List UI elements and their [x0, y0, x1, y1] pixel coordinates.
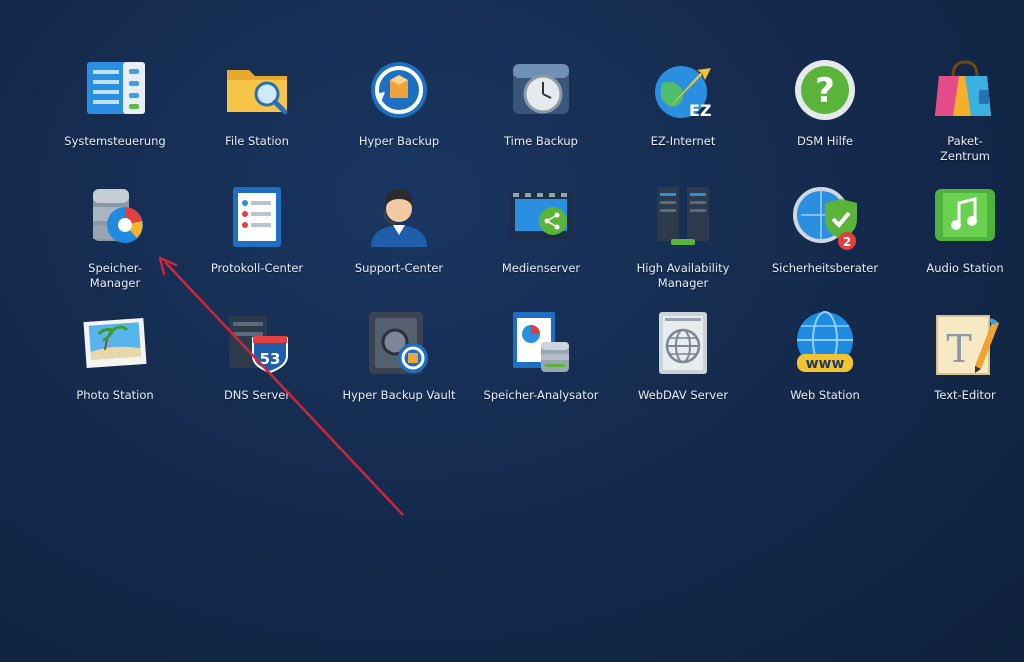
svg-text:?: ? — [815, 71, 835, 111]
storage-analyzer-icon — [513, 312, 569, 372]
app-label: Time Backup — [504, 134, 578, 148]
app-ez-internet[interactable]: EZ EZ-Internet — [612, 54, 754, 149]
log-center-icon — [233, 187, 281, 247]
app-time-backup[interactable]: Time Backup — [470, 54, 612, 149]
support-center-icon — [371, 189, 427, 247]
app-paket-zentrum[interactable]: Paket- Zentrum — [894, 54, 1024, 164]
folder-search-icon — [227, 70, 288, 115]
web-station-icon: www — [797, 311, 853, 372]
app-label: Medienserver — [501, 261, 581, 275]
app-speicher-analysator[interactable]: Speicher-Analysator — [470, 308, 612, 403]
app-hyper-backup[interactable]: Hyper Backup — [328, 54, 470, 149]
app-label: Hyper Backup Vault — [342, 388, 456, 402]
app-label: High Availability Manager — [636, 261, 730, 290]
app-webdav-server[interactable]: WebDAV Server — [612, 308, 754, 403]
app-label: Text-Editor — [934, 388, 996, 402]
app-dns-server[interactable]: 53 DNS Server — [186, 308, 328, 403]
notification-badge: 2 — [838, 232, 856, 250]
ez-internet-icon: EZ — [655, 66, 712, 120]
app-label: DNS Server — [223, 388, 291, 402]
app-support-center[interactable]: Support-Center — [328, 181, 470, 276]
storage-manager-icon — [93, 189, 143, 243]
app-label: Speicher- Manager — [88, 261, 142, 290]
media-server-icon — [509, 191, 573, 239]
app-systemsteuerung[interactable]: Systemsteuerung — [44, 54, 186, 149]
dns-server-icon: 53 — [229, 316, 288, 374]
app-file-station[interactable]: File Station — [186, 54, 328, 149]
app-label: Photo Station — [76, 388, 154, 402]
package-center-icon — [935, 60, 991, 116]
svg-text:T: T — [946, 327, 971, 371]
svg-text:www: www — [806, 356, 845, 372]
control-panel-icon — [87, 62, 145, 114]
help-icon: ? — [795, 60, 855, 120]
app-label: Protokoll-Center — [210, 261, 304, 275]
photo-station-icon — [83, 317, 147, 369]
security-advisor-icon: 2 — [793, 187, 857, 250]
desktop-app-grid: Systemsteuerung File Station Hyper Backu… — [0, 0, 1024, 662]
app-label: Paket- Zentrum — [940, 134, 990, 163]
app-protokoll-center[interactable]: Protokoll-Center — [186, 181, 328, 276]
app-label: Speicher-Analysator — [483, 388, 599, 402]
app-text-editor[interactable]: T Text-Editor — [894, 308, 1024, 403]
app-speicher-manager[interactable]: Speicher- Manager — [44, 181, 186, 291]
app-label: Sicherheitsberater — [771, 261, 879, 275]
app-label: WebDAV Server — [637, 388, 729, 402]
text-editor-icon: T — [936, 315, 999, 375]
app-label: EZ-Internet — [650, 134, 716, 148]
app-high-availability-manager[interactable]: High Availability Manager — [612, 181, 754, 291]
app-hyper-backup-vault[interactable]: Hyper Backup Vault — [328, 308, 470, 403]
app-sicherheitsberater[interactable]: 2 Sicherheitsberater — [754, 181, 896, 276]
svg-text:53: 53 — [260, 350, 281, 368]
webdav-server-icon — [659, 312, 707, 374]
app-label: Web Station — [790, 388, 860, 402]
hyper-backup-vault-icon — [369, 312, 428, 374]
app-label: Audio Station — [926, 261, 1004, 275]
app-web-station[interactable]: www Web Station — [754, 308, 896, 403]
app-label: DSM Hilfe — [797, 134, 853, 148]
app-label: File Station — [225, 134, 289, 148]
app-label: Systemsteuerung — [64, 134, 166, 148]
app-label: Support-Center — [354, 261, 444, 275]
app-dsm-hilfe[interactable]: ? DSM Hilfe — [754, 54, 896, 149]
time-backup-icon — [513, 64, 569, 114]
app-audio-station[interactable]: Audio Station — [894, 181, 1024, 276]
hyper-backup-icon — [371, 62, 427, 118]
app-label: Hyper Backup — [358, 134, 440, 148]
svg-text:EZ: EZ — [689, 101, 712, 120]
high-availability-icon — [657, 187, 709, 245]
audio-station-icon — [935, 189, 995, 241]
app-photo-station[interactable]: Photo Station — [44, 308, 186, 403]
svg-text:2: 2 — [843, 235, 851, 249]
app-medienserver[interactable]: Medienserver — [470, 181, 612, 276]
